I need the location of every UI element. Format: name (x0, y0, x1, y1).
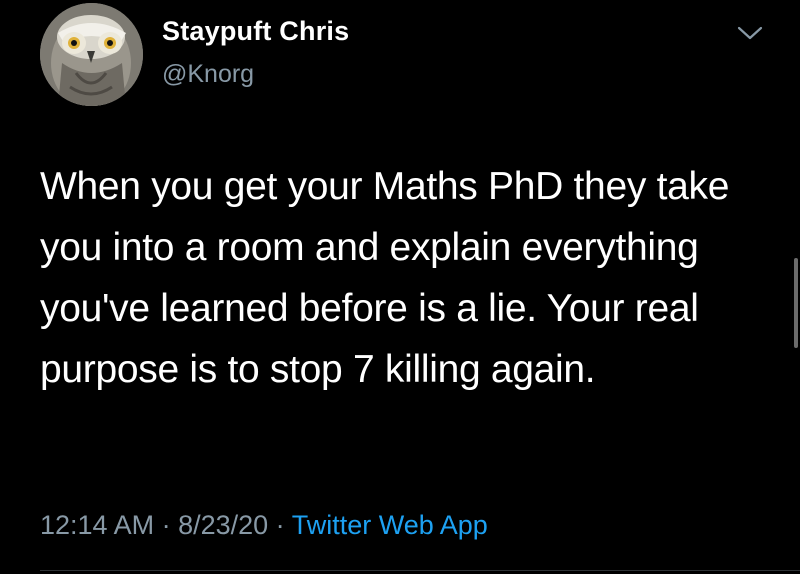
avatar[interactable] (40, 3, 143, 106)
meta-separator: · (268, 510, 292, 540)
tweet-card: Staypuft Chris @Knorg When you get your … (0, 0, 800, 574)
chevron-down-icon[interactable] (736, 24, 764, 42)
display-name[interactable]: Staypuft Chris (162, 16, 349, 47)
tweet-source-link[interactable]: Twitter Web App (292, 510, 488, 540)
user-handle[interactable]: @Knorg (162, 60, 254, 89)
scrollbar[interactable] (794, 258, 798, 348)
tweet-time[interactable]: 12:14 AM (40, 510, 154, 540)
tweet-text: When you get your Maths PhD they take yo… (40, 165, 730, 391)
owl-avatar-icon (40, 3, 143, 106)
tweet-meta: 12:14 AM · 8/23/20 · Twitter Web App (40, 510, 488, 541)
divider (40, 570, 800, 571)
tweet-date[interactable]: 8/23/20 (178, 510, 268, 540)
meta-separator: · (154, 510, 179, 540)
